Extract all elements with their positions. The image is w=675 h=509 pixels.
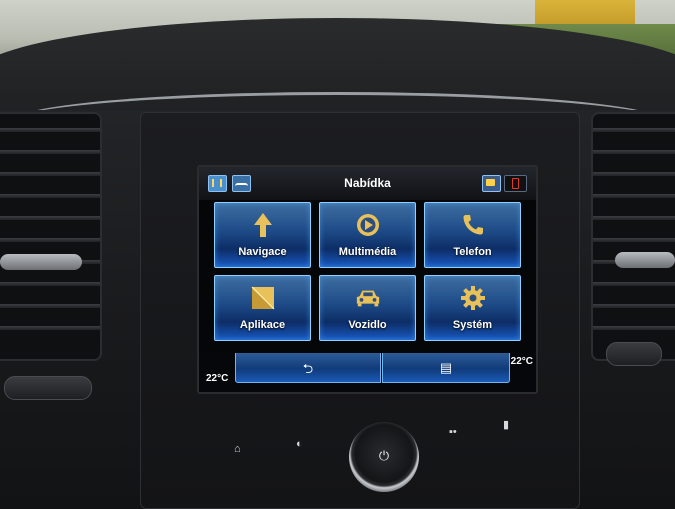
temperature-right: 22°C	[510, 356, 533, 367]
tile-label: Multimédia	[338, 246, 397, 258]
phone-status-icon[interactable]	[504, 175, 527, 192]
tile-label: Telefon	[453, 246, 492, 258]
car-icon	[355, 285, 381, 311]
media-play-icon	[355, 212, 381, 238]
home-icon[interactable]: ⌂	[234, 443, 241, 455]
tile-label: Navigace	[238, 246, 287, 258]
brightness-icon[interactable]: ◐	[296, 438, 303, 450]
list-icon: ▤	[439, 360, 453, 375]
power-icon: ⏻	[378, 448, 390, 463]
gear-icon	[460, 285, 486, 311]
list-button[interactable]: ▤	[382, 353, 510, 383]
phone-icon	[460, 212, 486, 238]
right-vent-knob[interactable]	[615, 252, 675, 268]
left-vent-control-button[interactable]	[4, 376, 92, 400]
right-air-vent[interactable]	[591, 112, 675, 361]
apps-envelope-icon	[250, 285, 276, 311]
tile-label: Aplikace	[239, 319, 286, 331]
tile-label: Vozidlo	[348, 319, 387, 331]
tile-vozidlo[interactable]: Vozidlo	[319, 275, 416, 341]
phone-button-icon[interactable]: ▮	[503, 418, 509, 431]
back-icon: ⮌	[302, 361, 314, 376]
top-bar: Nabídka	[199, 167, 536, 200]
temperature-left: 22°C	[206, 373, 229, 384]
menu-grid: Navigace Multimédia Telefon Aplikace Voz…	[214, 202, 521, 342]
power-knob[interactable]: ⏻	[349, 422, 419, 492]
voice-icon[interactable]: ▪•	[449, 426, 457, 438]
tile-navigace[interactable]: Navigace	[214, 202, 311, 268]
infotainment-screen: Nabídka Navigace Multimédia Telefon Apli…	[197, 165, 538, 394]
left-vent-knob[interactable]	[0, 254, 82, 270]
notification-icon[interactable]	[482, 175, 501, 192]
tile-aplikace[interactable]: Aplikace	[214, 275, 311, 341]
right-vent-control-button[interactable]	[606, 342, 662, 366]
tile-label: Systém	[452, 319, 493, 331]
tile-system[interactable]: Systém	[424, 275, 521, 341]
tile-multimedia[interactable]: Multimédia	[319, 202, 416, 268]
left-air-vent[interactable]	[0, 112, 102, 361]
navigation-arrow-icon	[250, 212, 276, 238]
bottom-bar: 22°C ⮌ ▤ 22°C	[199, 353, 536, 392]
tile-telefon[interactable]: Telefon	[424, 202, 521, 268]
back-button[interactable]: ⮌	[235, 353, 381, 383]
